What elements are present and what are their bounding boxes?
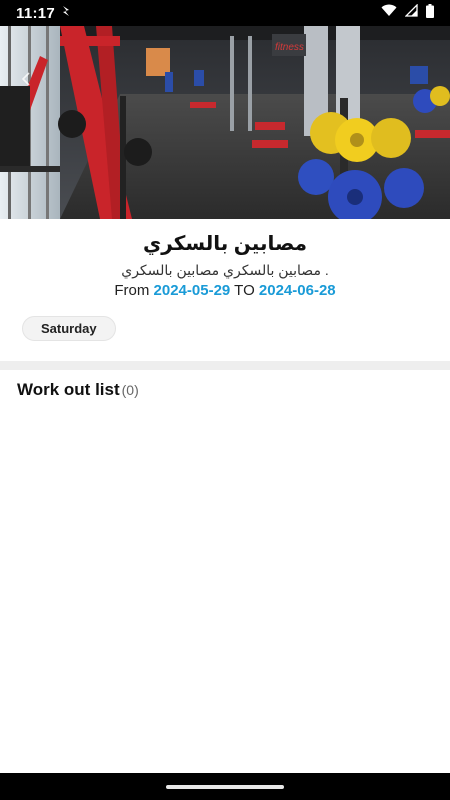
app-notification-icon [61, 4, 71, 22]
workout-list-title: Work out list [17, 380, 120, 399]
to-label: TO [234, 282, 255, 299]
workout-list-count: (0) [121, 382, 139, 398]
status-time: 11:17 [16, 4, 56, 22]
system-nav-bar [0, 773, 450, 800]
plan-title: مصابين بالسكري [142, 233, 308, 255]
hero-image: fitness [0, 26, 450, 219]
signal-icon [404, 3, 418, 22]
plan-description: . مصابين بالسكري مصابين بالسكري [121, 262, 329, 278]
workout-list-header: Work out list (0) [17, 380, 139, 400]
wifi-icon [381, 4, 397, 22]
plan-date-range: From 2024-05-29 TO 2024-06-28 [0, 282, 450, 299]
svg-text:fitness: fitness [275, 42, 304, 53]
home-gesture-handle[interactable] [166, 785, 284, 789]
status-bar: 11:17 [0, 0, 450, 26]
from-label: From [114, 282, 150, 299]
back-arrow-icon[interactable] [18, 70, 36, 88]
plan-info: مصابين بالسكري . مصابين بالسكري مصابين ب… [0, 219, 450, 361]
battery-icon [426, 3, 434, 23]
day-chip-saturday[interactable]: Saturday [22, 316, 116, 341]
end-date: 2024-06-28 [258, 282, 336, 299]
start-date: 2024-05-29 [153, 282, 231, 299]
section-divider [0, 361, 450, 370]
